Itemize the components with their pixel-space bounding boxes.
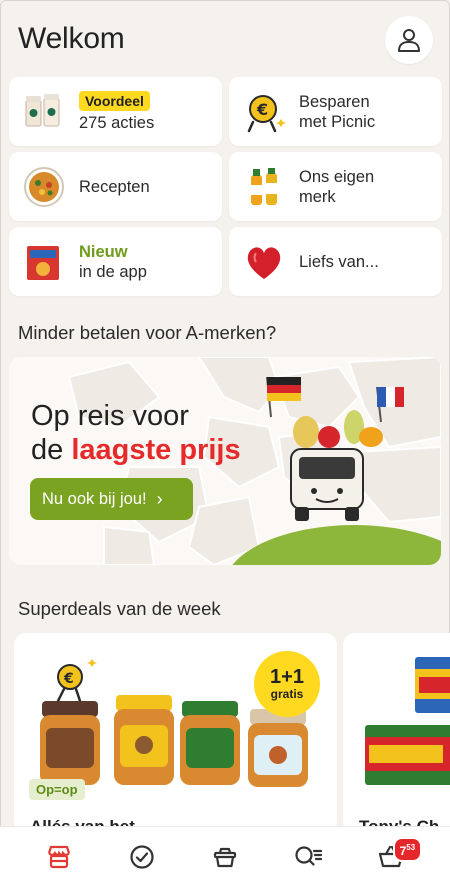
nieuw-label: Nieuw — [79, 242, 128, 261]
chocolate-bars-illustration — [365, 657, 450, 785]
promo-small: gratis — [270, 687, 304, 701]
tile-label: Recepten — [79, 177, 150, 196]
banner-headline: Op reis voor de laagste prijs — [31, 399, 241, 467]
cart-total-cents: 53 — [406, 842, 416, 852]
promo-big: 1+1 — [270, 666, 304, 688]
banner-line1: Op reis voor — [31, 400, 189, 432]
heart-box-icon — [241, 239, 287, 285]
coin-mascot-icon: € — [241, 89, 287, 135]
tile-voordeel[interactable]: Voordeel 275 acties — [9, 77, 222, 146]
banner-line2-prefix: de — [31, 434, 64, 466]
tile-nieuw[interactable]: Nieuw in de app — [9, 227, 222, 296]
tile-label: Besparen met Picnic — [299, 92, 376, 131]
bottom-navigation: 753 — [0, 826, 450, 886]
product-box-icon — [21, 239, 67, 285]
page-title: Welkom — [18, 22, 125, 55]
banner-cta-button[interactable]: Nu ook bij jou! › — [30, 478, 193, 520]
nav-store[interactable] — [37, 835, 81, 879]
shortcut-tiles: Voordeel 275 acties € Besparen met Picni… — [9, 77, 442, 296]
search-list-icon — [295, 845, 322, 866]
checkmark-icon — [130, 844, 154, 869]
banner-cta-label: Nu ook bij jou! — [42, 489, 147, 508]
nav-orders[interactable] — [120, 835, 164, 879]
header: Welkom — [0, 0, 450, 76]
juice-bottles-icon — [241, 164, 287, 210]
deals-carousel[interactable]: € 1+1 gratis Op=op Allés van het... Tony… — [14, 633, 450, 828]
tile-eigen-merk[interactable]: Ons eigen merk — [229, 152, 442, 221]
tile-label: in de app — [79, 262, 147, 281]
deal-card[interactable]: Tony's Ch... — [343, 633, 450, 828]
tile-label: 275 acties — [79, 113, 155, 132]
tile-label: Ons eigen merk — [299, 167, 375, 206]
promo-banner[interactable]: Op reis voor de laagste prijs Nu ook bij… — [9, 357, 441, 565]
section-title-brands: Minder betalen voor A-merken? — [18, 322, 277, 343]
tile-liefs[interactable]: Liefs van... — [229, 227, 442, 296]
voordeel-badge: Voordeel — [79, 90, 150, 111]
cart-total-badge: 753 — [392, 836, 423, 862]
profile-button[interactable] — [385, 16, 433, 64]
svg-text:€: € — [256, 100, 268, 119]
deal-card[interactable]: € 1+1 gratis Op=op Allés van het... — [14, 633, 337, 828]
banner-line2-highlight: laagste prijs — [71, 434, 241, 466]
person-icon — [398, 29, 420, 52]
chevron-right-icon: › — [156, 488, 163, 509]
store-icon — [48, 845, 71, 868]
section-title-deals: Superdeals van de week — [18, 598, 221, 619]
tile-recepten[interactable]: Recepten — [9, 152, 222, 221]
tile-label: Liefs van... — [299, 252, 379, 271]
coffee-cups-icon — [21, 89, 67, 135]
nav-search[interactable] — [286, 835, 330, 879]
basket-icon — [213, 847, 237, 867]
promo-badge: 1+1 gratis — [254, 651, 320, 717]
nav-cart[interactable]: 753 — [369, 835, 423, 879]
nav-recipes[interactable] — [203, 835, 247, 879]
tile-besparen[interactable]: € Besparen met Picnic — [229, 77, 442, 146]
recipe-bowl-icon — [21, 164, 67, 210]
svg-text:€: € — [63, 671, 74, 687]
op-op-label: Op=op — [29, 779, 85, 800]
